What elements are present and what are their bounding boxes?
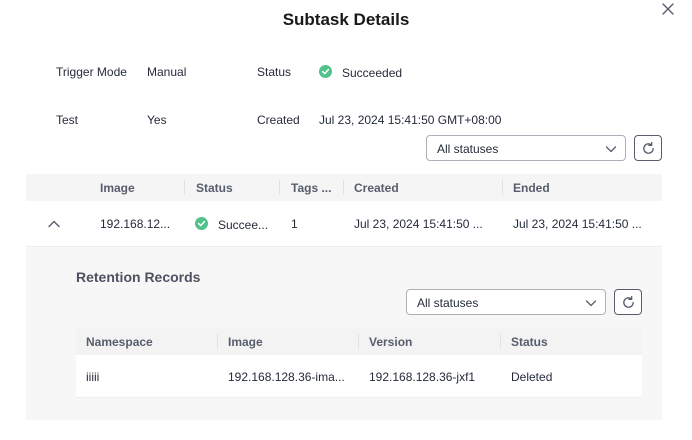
chevron-down-icon (605, 146, 617, 153)
chevron-up-icon[interactable] (47, 217, 61, 231)
retention-status-filter-value: All statuses (417, 296, 479, 310)
row-image: 192.168.12... (100, 217, 171, 231)
close-button[interactable] (660, 1, 676, 17)
dialog-title: Subtask Details (282, 10, 410, 29)
column-divider (502, 180, 503, 195)
row-version: 192.168.128.36-jxf1 (369, 370, 476, 384)
retention-table-header: Namespace Image Version Status (76, 328, 642, 355)
column-divider (500, 334, 501, 349)
status-value: Succeeded (342, 66, 403, 80)
retention-records-panel: Retention Records All statuses Namespace… (26, 247, 662, 420)
column-header-namespace: Namespace (86, 334, 153, 349)
test-label: Test (56, 113, 79, 127)
created-value: Jul 23, 2024 15:41:50 GMT+08:00 (319, 113, 502, 127)
chevron-down-icon (585, 300, 597, 307)
refresh-button[interactable] (634, 135, 662, 161)
check-circle-icon (195, 217, 208, 230)
row-namespace: iiiii (86, 370, 100, 384)
status-filter-value: All statuses (437, 142, 499, 156)
retention-records-title: Retention Records (76, 269, 201, 285)
column-divider (279, 180, 280, 195)
test-value: Yes (147, 113, 167, 127)
check-circle-icon (319, 65, 332, 78)
row-tags: 1 (291, 217, 298, 231)
column-header-version: Version (369, 334, 413, 349)
subtask-table-header: Image Status Tags ... Created Ended (26, 174, 662, 201)
retention-status-filter-select[interactable]: All statuses (406, 289, 606, 315)
row-status: Deleted (511, 370, 553, 384)
column-divider (217, 334, 218, 349)
trigger-mode-value: Manual (147, 65, 187, 79)
row-created: Jul 23, 2024 15:41:50 ... (354, 217, 483, 231)
column-header-created: Created (354, 180, 399, 195)
column-divider (343, 180, 344, 195)
close-icon (662, 3, 674, 15)
retention-refresh-button[interactable] (614, 289, 642, 315)
column-header-ended: Ended (513, 180, 550, 195)
table-row[interactable]: 192.168.12... Succee... 1 Jul 23, 2024 1… (26, 201, 662, 247)
column-divider (358, 334, 359, 349)
column-header-tags[interactable]: Tags ... (291, 174, 331, 201)
column-header-status: Status (511, 334, 548, 349)
row-ended: Jul 23, 2024 15:41:50 ... (513, 217, 642, 231)
created-label: Created (257, 113, 300, 127)
trigger-mode-label: Trigger Mode (56, 65, 127, 79)
status-filter-select[interactable]: All statuses (426, 135, 626, 161)
column-header-image: Image (100, 180, 135, 195)
column-header-status: Status (196, 180, 233, 195)
refresh-icon (623, 295, 634, 308)
row-status: Succee... (218, 218, 269, 232)
refresh-icon (643, 141, 654, 154)
column-header-image: Image (228, 334, 263, 349)
row-image: 192.168.128.36-ima... (228, 370, 345, 384)
table-row[interactable]: iiiii 192.168.128.36-ima... 192.168.128.… (76, 355, 642, 398)
status-label: Status (257, 65, 292, 79)
column-divider (184, 180, 185, 195)
